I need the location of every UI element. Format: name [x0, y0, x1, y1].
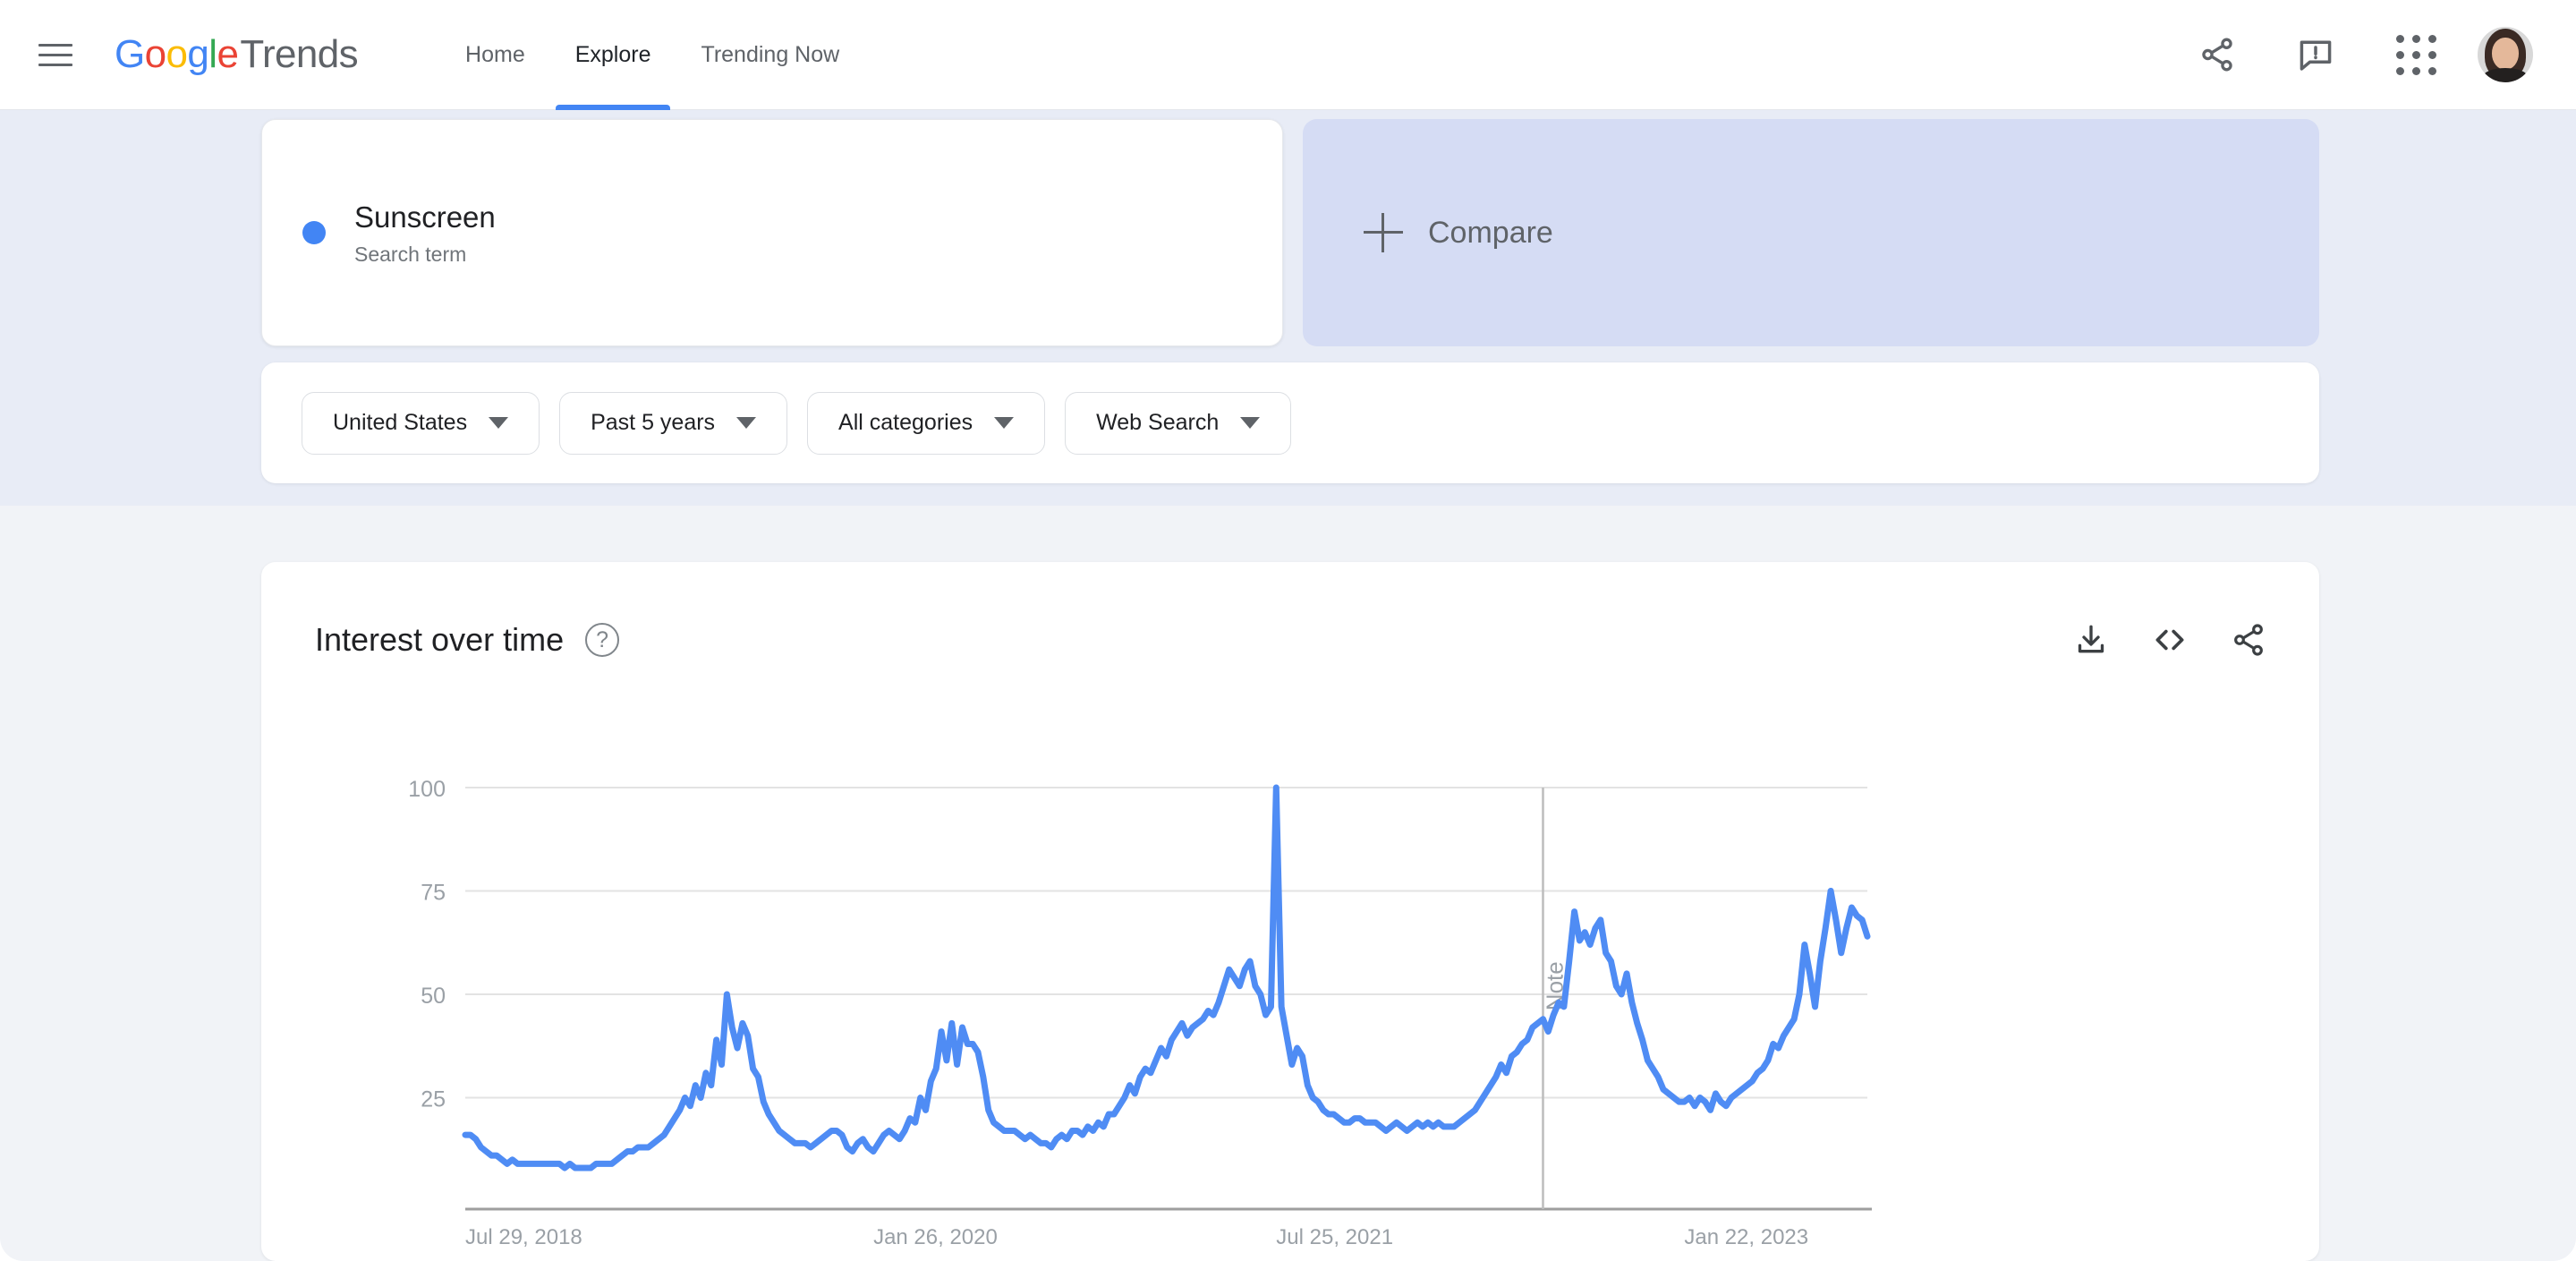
app-header: Go o g l e Trends Home Explore Trending Now	[0, 0, 2576, 110]
series-line-sunscreen[interactable]	[462, 784, 1871, 1172]
filter-search-type[interactable]: Web Search	[1065, 391, 1292, 455]
chevron-down-icon	[489, 417, 509, 429]
logo-letter-e: e	[217, 32, 239, 76]
x-axis-tick-label: Jul 25, 2021	[1276, 1225, 1393, 1249]
account-avatar[interactable]	[2478, 27, 2533, 82]
series-color-dot	[302, 221, 326, 244]
logo-word-trends: Trends	[240, 32, 359, 76]
share-icon[interactable]	[2184, 21, 2250, 88]
search-term-name: Sunscreen	[354, 200, 496, 234]
compare-card[interactable]: Compare	[1303, 119, 2319, 346]
plus-icon	[1364, 213, 1403, 252]
filter-location-label: United States	[333, 410, 468, 435]
logo-letter-g2: g	[187, 32, 209, 76]
nav-item-explore[interactable]: Explore	[550, 0, 676, 110]
filter-time-range[interactable]: Past 5 years	[559, 391, 788, 455]
hamburger-menu-icon[interactable]	[38, 35, 78, 74]
primary-nav: Home Explore Trending Now	[440, 0, 864, 110]
filter-time-range-label: Past 5 years	[591, 410, 716, 435]
header-actions	[2184, 21, 2576, 88]
logo-letter-o1: o	[144, 32, 166, 76]
search-term-text: Sunscreen Search term	[354, 199, 496, 267]
y-axis-tick-label: 100	[408, 777, 446, 802]
search-term-card[interactable]: Sunscreen Search term	[261, 119, 1283, 346]
filter-bar: United States Past 5 years All categorie…	[261, 362, 2319, 483]
logo-letter-o2: o	[166, 32, 188, 76]
search-term-kind: Search term	[354, 243, 467, 267]
feedback-icon[interactable]	[2283, 21, 2349, 88]
logo-letter-g: G	[115, 32, 145, 76]
query-row: Sunscreen Search term Compare	[261, 119, 2319, 346]
compare-label: Compare	[1428, 215, 1553, 250]
logo-letter-l: l	[208, 32, 217, 76]
nav-item-home[interactable]: Home	[440, 0, 550, 110]
x-axis-tick-label: Jan 26, 2020	[873, 1225, 998, 1249]
browser-page: Go o g l e Trends Home Explore Trending Now	[0, 0, 2576, 1261]
chevron-down-icon	[1240, 417, 1261, 429]
apps-grid	[2395, 34, 2436, 75]
avatar-body	[2483, 68, 2528, 82]
filter-location[interactable]: United States	[302, 391, 540, 455]
avatar-face	[2492, 38, 2519, 70]
y-axis-tick-label: 50	[421, 984, 446, 1009]
chevron-down-icon	[736, 417, 757, 429]
nav-item-trending-now[interactable]: Trending Now	[676, 0, 864, 110]
filter-category-label: All categories	[838, 410, 973, 435]
filter-category[interactable]: All categories	[807, 391, 1046, 455]
google-trends-logo[interactable]: Go o g l e Trends	[115, 32, 359, 77]
x-axis-tick-label: Jul 29, 2018	[465, 1225, 582, 1249]
interest-over-time-plot[interactable]: 100 75 50 25 Jul 29, 2018 Jan 26, 2020 Jul 25,…	[261, 562, 2319, 1261]
chart-svg: 100 75 50 25 Jul 29, 2018 Jan 26, 2020 Jul 25,…	[408, 777, 1872, 1249]
y-axis-tick-label: 75	[421, 881, 446, 906]
google-apps-icon[interactable]	[2381, 21, 2451, 88]
interest-over-time-card: Interest over time ? 100 75 50 25 Jul 29…	[261, 562, 2319, 1261]
chevron-down-icon	[994, 417, 1015, 429]
x-axis-tick-label: Jan 22, 2023	[1684, 1225, 1808, 1249]
y-axis-tick-label: 25	[421, 1087, 446, 1112]
filter-search-type-label: Web Search	[1096, 410, 1220, 435]
